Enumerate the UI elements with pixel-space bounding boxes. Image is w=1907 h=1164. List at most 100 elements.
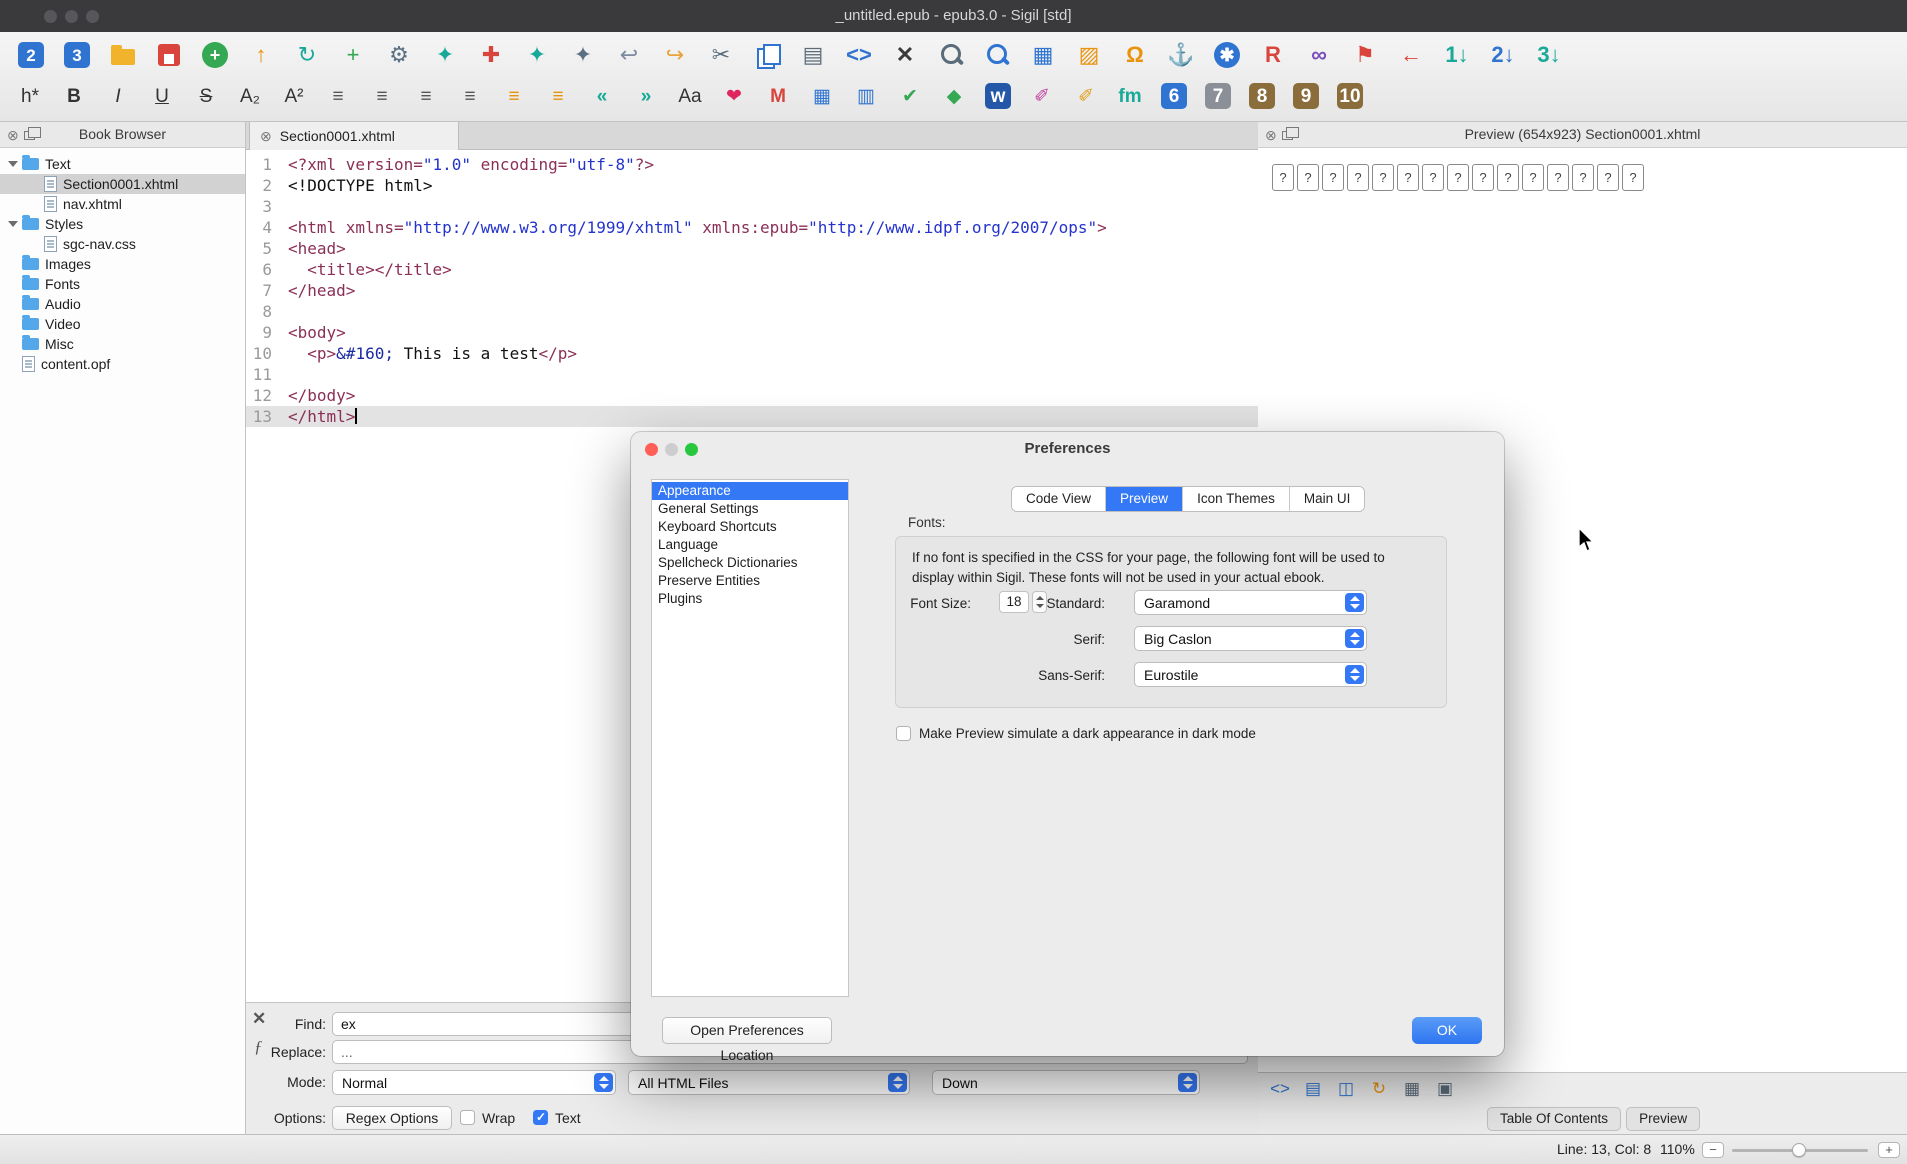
tab-preview[interactable]: Preview xyxy=(1626,1107,1701,1131)
undo-icon[interactable]: ↩ xyxy=(610,36,648,74)
mode-select[interactable]: Normal xyxy=(332,1070,616,1095)
pref-category-general-settings[interactable]: General Settings xyxy=(652,500,848,518)
strikethrough-icon[interactable]: S xyxy=(188,78,224,114)
word-import-icon[interactable]: w xyxy=(980,78,1016,114)
insert-link-icon[interactable]: ∞ xyxy=(1300,36,1338,74)
code-line-5[interactable]: 5 <head> xyxy=(246,238,1258,259)
code-line-8[interactable]: 8 xyxy=(246,301,1258,322)
zoom-slider-knob[interactable] xyxy=(1792,1143,1806,1157)
add-icon[interactable]: + xyxy=(334,36,372,74)
sans-serif-font-select[interactable]: Eurostile xyxy=(1134,662,1367,687)
code-line-3[interactable]: 3 xyxy=(246,196,1258,217)
clean-html-icon[interactable]: ✐ xyxy=(1024,78,1060,114)
epub2-icon[interactable]: 2 xyxy=(12,36,50,74)
select-element-icon[interactable]: ▦ xyxy=(1398,1077,1426,1101)
tool-red-icon[interactable]: ✚ xyxy=(472,36,510,74)
book-view-icon[interactable]: ▤ xyxy=(1299,1077,1327,1101)
pref-category-spellcheck-dictionaries[interactable]: Spellcheck Dictionaries xyxy=(652,554,848,572)
clean-css-icon[interactable]: ✐ xyxy=(1068,78,1104,114)
outdent-icon[interactable]: « xyxy=(584,78,620,114)
panel-close-icon[interactable]: ⊗ xyxy=(7,127,19,143)
bookmark-icon[interactable]: ⚑ xyxy=(1346,36,1384,74)
tool-teal-1-icon[interactable]: ✦ xyxy=(426,36,464,74)
tree-item-section0001-xhtml[interactable]: Section0001.xhtml xyxy=(0,174,245,194)
bullet-list-icon[interactable]: ≡ xyxy=(496,78,532,114)
align-left-icon[interactable]: ≡ xyxy=(320,78,356,114)
epub3-icon[interactable]: 3 xyxy=(58,36,96,74)
tool-teal-2-icon[interactable]: ✦ xyxy=(518,36,556,74)
mend-3-icon[interactable]: 3↓ xyxy=(1530,36,1568,74)
pref-tab-icon-themes[interactable]: Icon Themes xyxy=(1183,487,1290,511)
pref-category-preserve-entities[interactable]: Preserve Entities xyxy=(652,572,848,590)
save-icon[interactable] xyxy=(150,36,188,74)
heart-icon[interactable]: ❤ xyxy=(716,78,752,114)
tool-gray-icon[interactable]: ✦ xyxy=(564,36,602,74)
indent-icon[interactable]: » xyxy=(628,78,664,114)
numbered-list-icon[interactable]: ≡ xyxy=(540,78,576,114)
pref-tab-code-view[interactable]: Code View xyxy=(1012,487,1107,511)
tree-item-fonts[interactable]: Fonts xyxy=(0,274,245,294)
dark-preview-checkbox[interactable] xyxy=(896,726,911,741)
window-close-button[interactable] xyxy=(44,10,57,23)
clip-10-icon[interactable]: 10 xyxy=(1332,78,1368,114)
regex-options-button[interactable]: Regex Options xyxy=(332,1106,452,1130)
pref-category-appearance[interactable]: Appearance xyxy=(652,482,848,500)
pref-tab-main-ui[interactable]: Main UI xyxy=(1289,487,1365,511)
table-icon[interactable]: ▦ xyxy=(804,78,840,114)
superscript-icon[interactable]: A² xyxy=(276,78,312,114)
inspector-icon[interactable]: ▣ xyxy=(1431,1077,1459,1101)
delete-icon[interactable]: ✕ xyxy=(886,36,924,74)
ticket-icon[interactable]: ◆ xyxy=(936,78,972,114)
run-plugin-icon[interactable]: R xyxy=(1254,36,1292,74)
mend-1-icon[interactable]: 1↓ xyxy=(1438,36,1476,74)
clip-9-icon[interactable]: 9 xyxy=(1288,78,1324,114)
scope-select[interactable]: All HTML Files xyxy=(628,1070,910,1095)
tree-item-misc[interactable]: Misc xyxy=(0,334,245,354)
bold-icon[interactable]: B xyxy=(56,78,92,114)
split-pane-icon[interactable]: ◫ xyxy=(1332,1077,1360,1101)
code-line-1[interactable]: 1 <?xml version="1.0" encoding="utf-8"?> xyxy=(246,154,1258,175)
tree-item-nav-xhtml[interactable]: nav.xhtml xyxy=(0,194,245,214)
dialog-close-button[interactable] xyxy=(645,443,658,456)
clip-6-icon[interactable]: 6 xyxy=(1156,78,1192,114)
paste-icon[interactable]: ▤ xyxy=(794,36,832,74)
window-minimize-button[interactable] xyxy=(65,10,78,23)
redo-icon[interactable]: ↪ xyxy=(656,36,694,74)
clip-7-icon[interactable]: 7 xyxy=(1200,78,1236,114)
tree-item-video[interactable]: Video xyxy=(0,314,245,334)
open-icon[interactable] xyxy=(104,36,142,74)
change-case-icon[interactable]: Aa xyxy=(672,78,708,114)
standard-font-select[interactable]: Garamond xyxy=(1134,590,1367,615)
insert-anchor-icon[interactable]: ⚓ xyxy=(1162,36,1200,74)
pref-category-language[interactable]: Language xyxy=(652,536,848,554)
refresh-preview-icon[interactable]: ↻ xyxy=(1365,1077,1393,1101)
window-zoom-button[interactable] xyxy=(86,10,99,23)
pref-category-keyboard-shortcuts[interactable]: Keyboard Shortcuts xyxy=(652,518,848,536)
tree-item-text[interactable]: Text xyxy=(0,154,245,174)
settings-gear-icon[interactable]: ⚙ xyxy=(380,36,418,74)
code-line-2[interactable]: 2 <!DOCTYPE html> xyxy=(246,175,1258,196)
find-next-icon[interactable] xyxy=(978,36,1016,74)
align-right-icon[interactable]: ≡ xyxy=(408,78,444,114)
code-view-icon[interactable]: <> xyxy=(840,36,878,74)
code-line-13[interactable]: 13 </html> xyxy=(246,406,1258,427)
cut-icon[interactable]: ✂ xyxy=(702,36,740,74)
text-checkbox[interactable] xyxy=(533,1110,548,1125)
code-line-12[interactable]: 12 </body> xyxy=(246,385,1258,406)
dialog-zoom-button[interactable] xyxy=(685,443,698,456)
serif-font-select[interactable]: Big Caslon xyxy=(1134,626,1367,651)
align-center-icon[interactable]: ≡ xyxy=(364,78,400,114)
tab-table-of-contents[interactable]: Table Of Contents xyxy=(1487,1107,1622,1131)
zoom-in-button[interactable]: + xyxy=(1878,1142,1900,1158)
code-line-6[interactable]: 6 <title></title> xyxy=(246,259,1258,280)
mend-2-icon[interactable]: 2↓ xyxy=(1484,36,1522,74)
table-alt-icon[interactable]: ▥ xyxy=(848,78,884,114)
disclosure-triangle-icon[interactable] xyxy=(8,221,18,227)
italic-icon[interactable]: I xyxy=(100,78,136,114)
spellcheck-icon[interactable]: ✔ xyxy=(892,78,928,114)
back-icon[interactable]: ← xyxy=(1392,36,1430,74)
open-preferences-location-button[interactable]: Open Preferences Location xyxy=(662,1017,832,1063)
direction-select[interactable]: Down xyxy=(932,1070,1200,1095)
tree-item-styles[interactable]: Styles xyxy=(0,214,245,234)
fm-plugin-icon[interactable]: fm xyxy=(1112,78,1148,114)
